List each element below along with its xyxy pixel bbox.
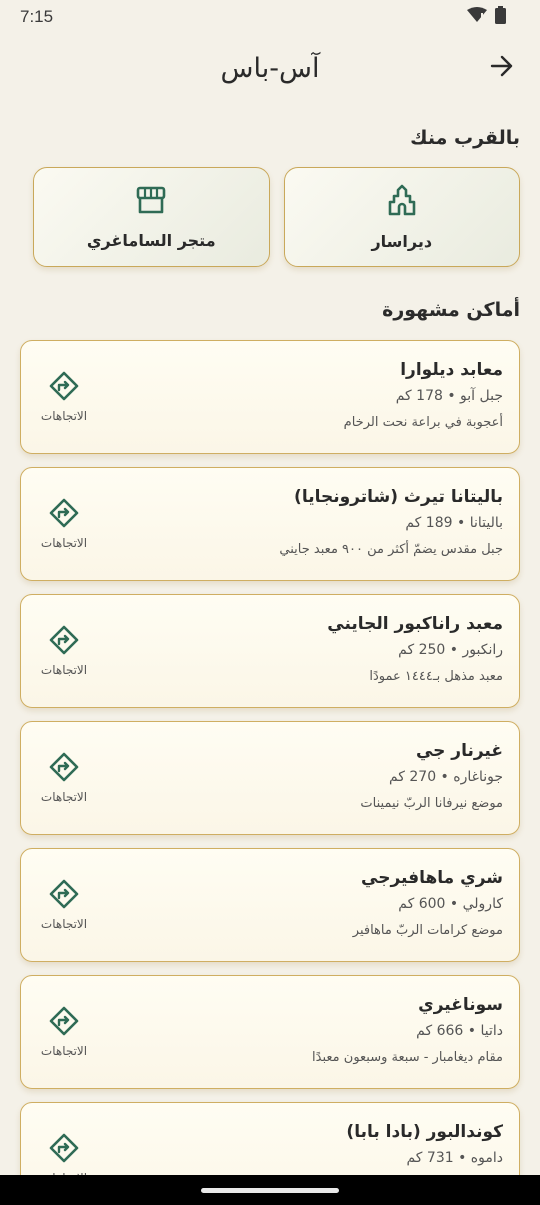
- directions-label: الاتجاهات: [40, 409, 88, 423]
- place-meta: رانكبور • 250 كم: [398, 642, 503, 658]
- place-card[interactable]: شري ماهافيرجي كارولي • 600 كم موضع كراما…: [20, 848, 520, 962]
- back-button[interactable]: [486, 52, 518, 84]
- place-name: معابد ديلوارا: [400, 360, 503, 380]
- place-meta: كارولي • 600 كم: [398, 896, 503, 912]
- nearby-cards: ديراسار متجر الساماغري: [33, 167, 520, 269]
- place-info: غيرنار جي جوناغاره • 270 كم موضع نيرفانا…: [360, 740, 503, 813]
- nearby-card-label: متجر الساماغري: [86, 230, 216, 250]
- nearby-card-derasar[interactable]: ديراسار: [283, 167, 520, 267]
- place-info: شري ماهافيرجي كارولي • 600 كم موضع كراما…: [353, 867, 503, 940]
- status-bar: 7:15: [0, 0, 540, 34]
- directions-icon: [49, 371, 79, 405]
- directions-button[interactable]: الاتجاهات: [35, 1006, 93, 1062]
- place-description: مقام ديغامبار - سبعة وسبعون معبدًا: [312, 1050, 503, 1065]
- place-description: معبد مذهل بـ١٤٤٤ عمودًا: [369, 669, 503, 684]
- place-card[interactable]: معبد راناكبور الجايني رانكبور • 250 كم م…: [20, 594, 520, 708]
- place-meta: باليتانا • 189 كم: [405, 515, 503, 531]
- directions-label: الاتجاهات: [40, 1044, 88, 1058]
- system-nav-bar: [0, 1175, 540, 1205]
- wifi-icon: [467, 7, 487, 27]
- directions-button[interactable]: الاتجاهات: [35, 625, 93, 681]
- status-icons: [467, 6, 506, 28]
- famous-places-list: معابد ديلوارا جبل آبو • 178 كم أعجوبة في…: [20, 340, 520, 1205]
- directions-icon: [49, 498, 79, 532]
- famous-section-title: أماكن مشهورة: [382, 299, 520, 321]
- place-meta: جوناغاره • 270 كم: [388, 769, 503, 785]
- place-meta: جبل آبو • 178 كم: [395, 388, 503, 404]
- temple-icon: [386, 184, 418, 220]
- directions-button[interactable]: الاتجاهات: [35, 879, 93, 935]
- directions-icon: [49, 1006, 79, 1040]
- arrow-right-icon: [490, 55, 514, 81]
- directions-icon: [49, 625, 79, 659]
- directions-label: الاتجاهات: [40, 917, 88, 931]
- place-description: موضع كرامات الربّ ماهافير: [352, 923, 503, 938]
- place-name: شري ماهافيرجي: [361, 868, 503, 888]
- directions-label: الاتجاهات: [40, 536, 88, 550]
- directions-button[interactable]: الاتجاهات: [35, 371, 93, 427]
- directions-label: الاتجاهات: [40, 790, 88, 804]
- place-card[interactable]: غيرنار جي جوناغاره • 270 كم موضع نيرفانا…: [20, 721, 520, 835]
- place-name: باليتانا تيرث (شاترونجايا): [294, 487, 503, 507]
- place-info: سوناغيري داتيا • 666 كم مقام ديغامبار - …: [312, 994, 503, 1067]
- home-gesture-handle[interactable]: [201, 1188, 339, 1193]
- place-info: كوندالبور (بادا بابا) داموه • 731 كم: [346, 1121, 503, 1167]
- directions-icon: [49, 752, 79, 786]
- place-name: كوندالبور (بادا بابا): [346, 1122, 503, 1142]
- place-name: معبد راناكبور الجايني: [327, 614, 503, 634]
- battery-icon: [495, 6, 506, 28]
- place-description: موضع نيرفانا الربّ نيمينات: [360, 796, 503, 811]
- place-meta: داموه • 731 كم: [406, 1150, 503, 1166]
- store-icon: [135, 185, 167, 219]
- directions-icon: [49, 1133, 79, 1167]
- place-name: سوناغيري: [418, 995, 503, 1015]
- place-description: أعجوبة في براعة نحت الرخام: [343, 415, 503, 430]
- directions-button[interactable]: الاتجاهات: [35, 498, 93, 554]
- page-title: آس-باس: [220, 52, 320, 84]
- place-info: معابد ديلوارا جبل آبو • 178 كم أعجوبة في…: [344, 359, 503, 432]
- place-card[interactable]: باليتانا تيرث (شاترونجايا) باليتانا • 18…: [20, 467, 520, 581]
- place-info: باليتانا تيرث (شاترونجايا) باليتانا • 18…: [279, 486, 503, 559]
- directions-label: الاتجاهات: [40, 663, 88, 677]
- place-info: معبد راناكبور الجايني رانكبور • 250 كم م…: [327, 613, 503, 686]
- place-name: غيرنار جي: [415, 741, 503, 761]
- place-card[interactable]: معابد ديلوارا جبل آبو • 178 كم أعجوبة في…: [20, 340, 520, 454]
- nearby-card-label: ديراسار: [371, 231, 433, 251]
- place-description: جبل مقدس يضمّ أكثر من ٩٠٠ معبد جايني: [279, 542, 503, 557]
- app-bar: آس-باس: [0, 42, 540, 94]
- place-card[interactable]: سوناغيري داتيا • 666 كم مقام ديغامبار - …: [20, 975, 520, 1089]
- nearby-card-samagri-store[interactable]: متجر الساماغري: [33, 167, 270, 267]
- status-time: 7:15: [20, 7, 54, 26]
- nearby-section-title: بالقرب منك: [410, 127, 520, 149]
- place-meta: داتيا • 666 كم: [416, 1023, 503, 1039]
- directions-icon: [49, 879, 79, 913]
- directions-button[interactable]: الاتجاهات: [35, 752, 93, 808]
